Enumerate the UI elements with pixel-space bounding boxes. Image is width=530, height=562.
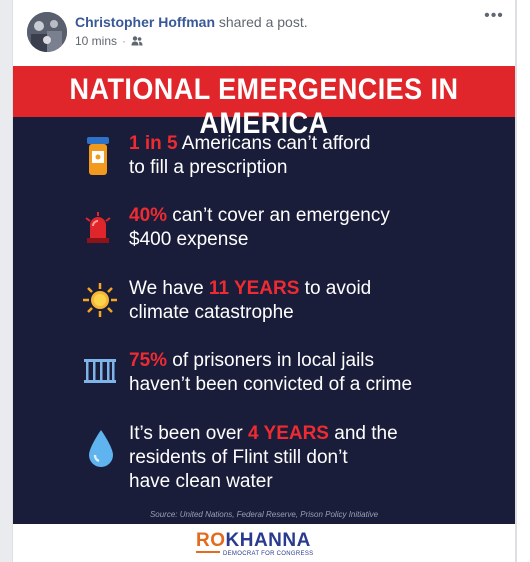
logo-khanna: KHANNA (225, 530, 311, 551)
fact-line: 40% can’t cover an emergency (129, 204, 509, 228)
fact-line: We have 11 YEARS to avoid (129, 277, 509, 301)
author-name[interactable]: Christopher Hoffman (75, 14, 215, 30)
poster-source: Source: United Nations, Federal Reserve,… (149, 510, 379, 519)
jail-bars-icon (84, 359, 116, 383)
fact-highlight: 1 in 5 (129, 133, 178, 154)
fact-item: 40% can’t cover an emergency $400 expens… (129, 204, 509, 252)
logo-ro: RO (196, 530, 226, 551)
sun-icon (83, 283, 117, 317)
friends-icon[interactable] (131, 35, 143, 47)
fact-text: can’t cover an emergency (167, 205, 390, 226)
pill-bottle-icon (87, 137, 109, 175)
siren-icon (85, 212, 111, 243)
fact-item: It’s been over 4 YEARS and the residents… (129, 422, 509, 494)
post-meta: 10 mins · (75, 34, 143, 48)
water-drop-icon (89, 430, 113, 467)
fact-line: have clean water (129, 471, 273, 492)
logo-subtitle: DEMOCRAT FOR CONGRESS (223, 551, 314, 557)
logo-accent-bar (196, 551, 220, 553)
fact-line: $400 expense (129, 229, 249, 250)
fact-line: 75% of prisoners in local jails (129, 349, 509, 373)
poster-title: NATIONAL EMERGENCIES IN AMERICA (69, 73, 459, 140)
fact-line: haven’t been convicted of a crime (129, 374, 413, 395)
fact-highlight: 11 YEARS (208, 278, 300, 299)
fact-line: 1 in 5 Americans can’t afford (129, 132, 509, 156)
avatar-photo-icon (27, 12, 67, 52)
post-header: Christopher Hoffman shared a post. 10 mi… (13, 0, 515, 66)
right-column-edge (516, 0, 530, 562)
fact-highlight: 4 YEARS (248, 423, 329, 444)
post-action-text: shared a post. (218, 14, 308, 30)
fact-line: residents of Flint still don’t (129, 447, 348, 468)
campaign-logo: ROKHANNA DEMOCRAT FOR CONGRESS (196, 530, 336, 560)
fact-line: climate catastrophe (129, 302, 294, 323)
logo-wordmark: ROKHANNA (196, 530, 311, 552)
fact-line: It’s been over 4 YEARS and the (129, 422, 509, 446)
post-attribution: Christopher Hoffman shared a post. (75, 14, 308, 30)
fact-item: 1 in 5 Americans can’t afford to fill a … (129, 132, 509, 180)
avatar[interactable] (27, 12, 67, 52)
fact-item: 75% of prisoners in local jails haven’t … (129, 349, 509, 397)
meta-separator: · (122, 34, 127, 48)
fact-highlight: 75% (129, 350, 168, 371)
fact-text: and the (328, 423, 398, 444)
fact-item: We have 11 YEARS to avoid climate catast… (129, 277, 509, 325)
post-card: Christopher Hoffman shared a post. 10 mi… (12, 0, 516, 562)
fact-text: Americans can’t afford (177, 133, 371, 154)
post-timestamp[interactable]: 10 mins (75, 34, 117, 48)
fact-line: to fill a prescription (129, 157, 288, 178)
more-options-icon[interactable]: ••• (483, 8, 505, 28)
poster-banner: NATIONAL EMERGENCIES IN AMERICA (13, 66, 515, 140)
fact-text: We have (129, 278, 209, 299)
fact-text: to avoid (299, 278, 372, 299)
shared-post-image[interactable]: NATIONAL EMERGENCIES IN AMERICA 1 in 5 A… (13, 66, 515, 524)
fact-highlight: 40% (129, 205, 168, 226)
fact-text: It’s been over (129, 423, 249, 444)
fact-text: of prisoners in local jails (167, 350, 375, 371)
poster-footer: ROKHANNA DEMOCRAT FOR CONGRESS (13, 524, 515, 562)
